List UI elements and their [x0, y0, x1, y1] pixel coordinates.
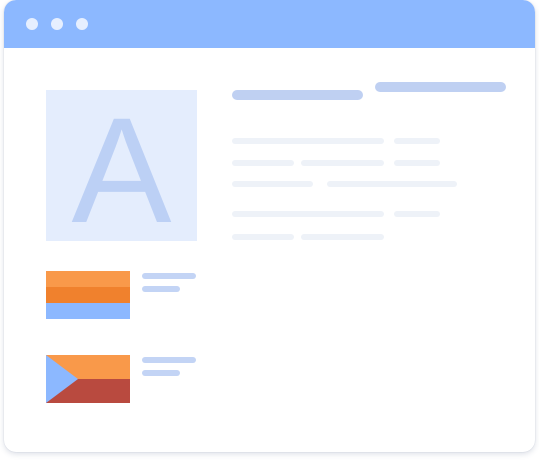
text-line-placeholder [232, 160, 294, 166]
text-line-placeholder [232, 234, 294, 240]
item-subtitle-placeholder [142, 286, 180, 292]
heading-placeholder [375, 82, 506, 92]
window-dot[interactable] [76, 18, 88, 30]
browser-window: A [4, 0, 535, 452]
chevron-flag-icon[interactable] [46, 355, 130, 403]
item-title-placeholder [142, 357, 196, 363]
window-dot[interactable] [26, 18, 38, 30]
item-title-placeholder [142, 273, 196, 279]
striped-flag-icon[interactable] [46, 271, 130, 319]
text-line-placeholder [394, 138, 440, 144]
text-line-placeholder [301, 160, 384, 166]
text-line-placeholder [301, 234, 384, 240]
heading-placeholder [232, 90, 363, 100]
title-bar [4, 0, 535, 48]
letter-avatar-tile: A [46, 90, 197, 245]
letter-glyph: A [71, 85, 172, 254]
text-line-placeholder [232, 138, 384, 144]
item-subtitle-placeholder [142, 370, 180, 376]
text-line-placeholder [232, 211, 384, 217]
text-line-placeholder [394, 211, 440, 217]
text-line-placeholder [394, 160, 440, 166]
text-line-placeholder [232, 181, 313, 187]
window-dot[interactable] [51, 18, 63, 30]
text-line-placeholder [327, 181, 457, 187]
